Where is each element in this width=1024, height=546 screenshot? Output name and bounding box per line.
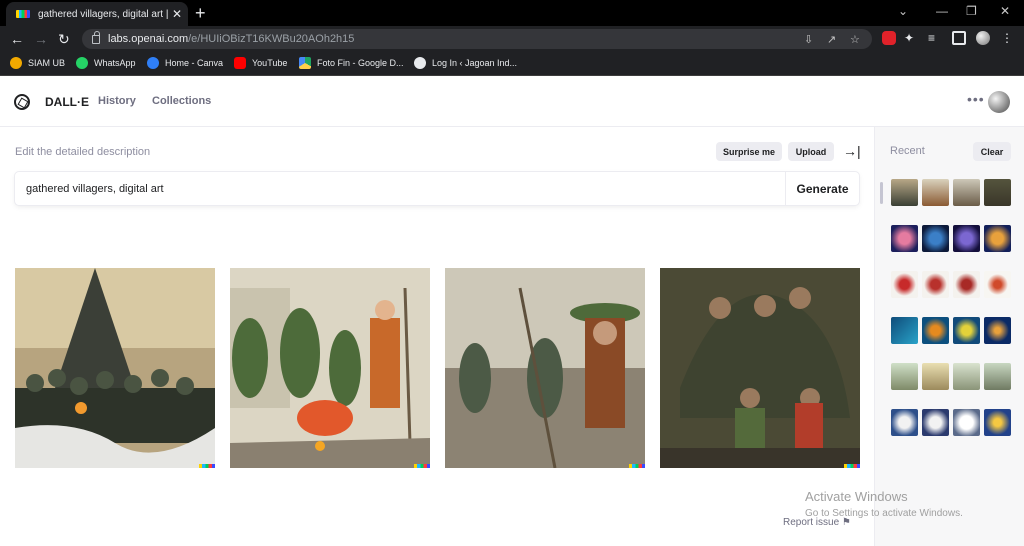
google-drive-icon bbox=[299, 57, 311, 69]
recent-thumbnail[interactable] bbox=[984, 179, 1011, 206]
sidebar-scrollbar[interactable] bbox=[880, 182, 883, 204]
activate-windows-title: Activate Windows bbox=[805, 489, 908, 504]
nav-dalle[interactable]: DALL·E bbox=[45, 95, 89, 109]
recent-thumbnail[interactable] bbox=[922, 409, 949, 436]
recent-thumbnail[interactable] bbox=[922, 271, 949, 298]
generated-image[interactable] bbox=[445, 268, 645, 468]
recent-thumbnail[interactable] bbox=[953, 179, 980, 206]
generated-image[interactable] bbox=[660, 268, 860, 468]
new-tab-button[interactable]: + bbox=[195, 2, 206, 24]
recent-thumbnail[interactable] bbox=[922, 363, 949, 390]
openai-logo-icon[interactable] bbox=[14, 94, 30, 110]
recent-label: Recent bbox=[890, 145, 925, 157]
profile-avatar-icon[interactable] bbox=[976, 31, 990, 45]
recent-thumbnail[interactable] bbox=[891, 225, 918, 252]
recent-thumbnail[interactable] bbox=[953, 317, 980, 344]
dalle-signature-icon bbox=[199, 464, 215, 468]
generate-button[interactable]: Generate bbox=[785, 172, 859, 205]
recent-thumbnail[interactable] bbox=[953, 271, 980, 298]
extensions-puzzle-icon[interactable]: ✦ bbox=[904, 31, 918, 45]
clear-button[interactable]: Clear bbox=[973, 142, 1011, 161]
address-bar-row: ← → ↻ labs.openai.com /e/HUIiOBizT16KWBu… bbox=[0, 26, 1024, 52]
url-field[interactable]: labs.openai.com /e/HUIiOBizT16KWBu20AOh2… bbox=[82, 29, 872, 49]
browser-tab[interactable]: gathered villagers, digital art | DALL·E… bbox=[6, 2, 188, 26]
recent-thumbnail[interactable] bbox=[891, 317, 918, 344]
surprise-me-button[interactable]: Surprise me bbox=[716, 142, 782, 161]
globe-icon bbox=[414, 57, 426, 69]
dalle-favicon-icon bbox=[16, 10, 30, 18]
description-label: Edit the detailed description bbox=[15, 146, 151, 158]
more-menu-icon[interactable]: ••• bbox=[967, 91, 985, 107]
recent-thumbnail[interactable] bbox=[891, 363, 918, 390]
app-header: DALL·E History Collections ••• bbox=[0, 77, 1024, 127]
minimize-icon[interactable]: — bbox=[936, 4, 948, 18]
recent-thumbnail[interactable] bbox=[953, 363, 980, 390]
recent-thumbnail[interactable] bbox=[984, 271, 1011, 298]
recent-thumbnail[interactable] bbox=[891, 179, 918, 206]
recent-thumbnail[interactable] bbox=[922, 225, 949, 252]
share-icon[interactable]: ↗ bbox=[827, 33, 836, 46]
forward-arrow-icon[interactable]: → bbox=[34, 31, 48, 47]
reload-icon[interactable]: ↻ bbox=[58, 31, 70, 47]
report-issue-link[interactable]: Report issue ⚑ bbox=[783, 517, 851, 528]
nav-collections[interactable]: Collections bbox=[152, 95, 211, 107]
tab-close-icon[interactable]: ✕ bbox=[172, 7, 182, 21]
browser-menu-icon[interactable]: ⋮ bbox=[1001, 31, 1015, 45]
bookmark-star-icon[interactable]: ☆ bbox=[850, 33, 860, 46]
restore-icon[interactable]: ❐ bbox=[966, 4, 977, 18]
whatsapp-icon bbox=[76, 57, 88, 69]
side-panel-icon[interactable] bbox=[952, 31, 966, 45]
window-close-icon[interactable]: ✕ bbox=[1000, 4, 1010, 18]
canva-icon bbox=[147, 57, 159, 69]
url-host: labs.openai.com bbox=[108, 33, 189, 45]
siam-ub-icon bbox=[10, 57, 22, 69]
recent-thumbnail[interactable] bbox=[922, 179, 949, 206]
bookmark-siam-ub[interactable]: SIAM UB bbox=[10, 57, 65, 69]
dalle-signature-icon bbox=[414, 464, 430, 468]
dalle-signature-icon bbox=[844, 464, 860, 468]
bookmark-google-drive[interactable]: Foto Fin - Google D... bbox=[299, 57, 404, 69]
recent-sidebar: Recent Clear bbox=[874, 127, 1024, 546]
recent-thumbnail[interactable] bbox=[984, 317, 1011, 344]
recent-thumbnail[interactable] bbox=[984, 409, 1011, 436]
bookmark-jagoan[interactable]: Log In ‹ Jagoan Ind... bbox=[414, 57, 517, 69]
bookmarks-bar: SIAM UB WhatsApp Home - Canva YouTube Fo… bbox=[0, 52, 1024, 76]
bookmark-canva[interactable]: Home - Canva bbox=[147, 57, 223, 69]
url-path: /e/HUIiOBizT16KWBu20AOh2h15 bbox=[188, 33, 355, 45]
bookmark-whatsapp[interactable]: WhatsApp bbox=[76, 57, 136, 69]
recent-thumbnail[interactable] bbox=[984, 225, 1011, 252]
recent-thumbnail[interactable] bbox=[891, 409, 918, 436]
upload-button[interactable]: Upload bbox=[788, 142, 834, 161]
recent-thumbnail[interactable] bbox=[891, 271, 918, 298]
editor-main: Edit the detailed description Surprise m… bbox=[0, 127, 874, 546]
tab-title: gathered villagers, digital art | DALL·E bbox=[38, 8, 168, 20]
nav-history[interactable]: History bbox=[98, 95, 136, 107]
lock-icon bbox=[92, 30, 100, 44]
bookmark-youtube[interactable]: YouTube bbox=[234, 57, 287, 69]
reading-list-icon[interactable]: ≡ bbox=[928, 31, 942, 45]
youtube-icon bbox=[234, 57, 246, 69]
recent-thumbnail[interactable] bbox=[984, 363, 1011, 390]
back-arrow-icon[interactable]: ← bbox=[10, 31, 24, 47]
dalle-signature-icon bbox=[629, 464, 645, 468]
browser-tab-strip: gathered villagers, digital art | DALL·E… bbox=[0, 0, 1024, 26]
user-avatar[interactable] bbox=[988, 91, 1010, 113]
prompt-box: Generate bbox=[15, 172, 859, 205]
recent-thumbnail[interactable] bbox=[953, 409, 980, 436]
recent-thumbnail[interactable] bbox=[922, 317, 949, 344]
tab-search-icon[interactable]: ⌄ bbox=[898, 4, 908, 18]
collapse-sidebar-icon[interactable]: →| bbox=[843, 143, 861, 159]
generated-image[interactable] bbox=[230, 268, 430, 468]
prompt-input[interactable] bbox=[15, 172, 785, 205]
recent-thumbnail[interactable] bbox=[953, 225, 980, 252]
generated-image[interactable] bbox=[15, 268, 215, 468]
extension-red-icon[interactable] bbox=[882, 31, 896, 45]
install-icon[interactable]: ⇩ bbox=[804, 33, 813, 46]
